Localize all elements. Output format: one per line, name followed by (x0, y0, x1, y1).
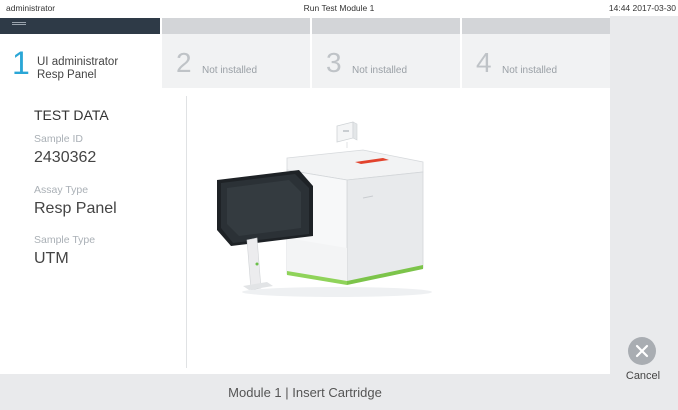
tab-indicator (0, 18, 160, 34)
sample-id-value: 2430362 (34, 149, 97, 166)
tab-module-1[interactable]: 1 UI administrator Resp Panel (0, 18, 160, 88)
assay-type-value: Resp Panel (34, 200, 117, 217)
tab-module-3[interactable]: 3 Not installed (312, 18, 460, 88)
analyzer-device-icon (217, 121, 432, 297)
tab-status-label: Not installed (352, 65, 408, 76)
main-content: TEST DATA Sample ID 2430362 Assay Type R… (0, 88, 610, 374)
sample-id-label: Sample ID (34, 133, 84, 145)
insert-cartridge-illustration (187, 88, 610, 374)
section-title: TEST DATA (34, 107, 109, 123)
close-icon (635, 344, 649, 358)
tab-number: 1 (12, 45, 30, 81)
tab-indicator (162, 18, 310, 34)
cancel-label[interactable]: Cancel (618, 370, 668, 382)
sample-type-label: Sample Type (34, 234, 96, 246)
clock: 14:44 2017-03-30 (608, 3, 676, 13)
tab-indicator (312, 18, 460, 34)
test-data-panel: TEST DATA Sample ID 2430362 Assay Type R… (0, 88, 186, 374)
tab-module-2[interactable]: 2 Not installed (162, 18, 310, 88)
tab-assay-label: Resp Panel (37, 69, 97, 81)
status-bar: Module 1 | Insert Cartridge (0, 374, 610, 410)
cartridge-icon (336, 121, 358, 148)
tab-status-label: Not installed (202, 65, 258, 76)
tab-indicator (462, 18, 610, 34)
tab-module-4[interactable]: 4 Not installed (462, 18, 610, 88)
module-tabs: 1 UI administrator Resp Panel 2 Not inst… (0, 18, 610, 88)
tab-number: 3 (326, 47, 342, 78)
drag-handle-icon (12, 22, 26, 25)
tab-status-label: Not installed (502, 65, 558, 76)
cancel-button[interactable] (628, 337, 656, 365)
module-status: Module 1 | Insert Cartridge (228, 385, 382, 400)
window-title: Run Test Module 1 (303, 3, 375, 13)
sample-type-value: UTM (34, 250, 69, 267)
assay-type-label: Assay Type (34, 184, 89, 196)
title-bar: administrator Run Test Module 1 14:44 20… (0, 0, 678, 16)
tab-number: 4 (476, 47, 492, 78)
tab-user-label: UI administrator (37, 56, 119, 68)
tab-number: 2 (176, 47, 192, 78)
